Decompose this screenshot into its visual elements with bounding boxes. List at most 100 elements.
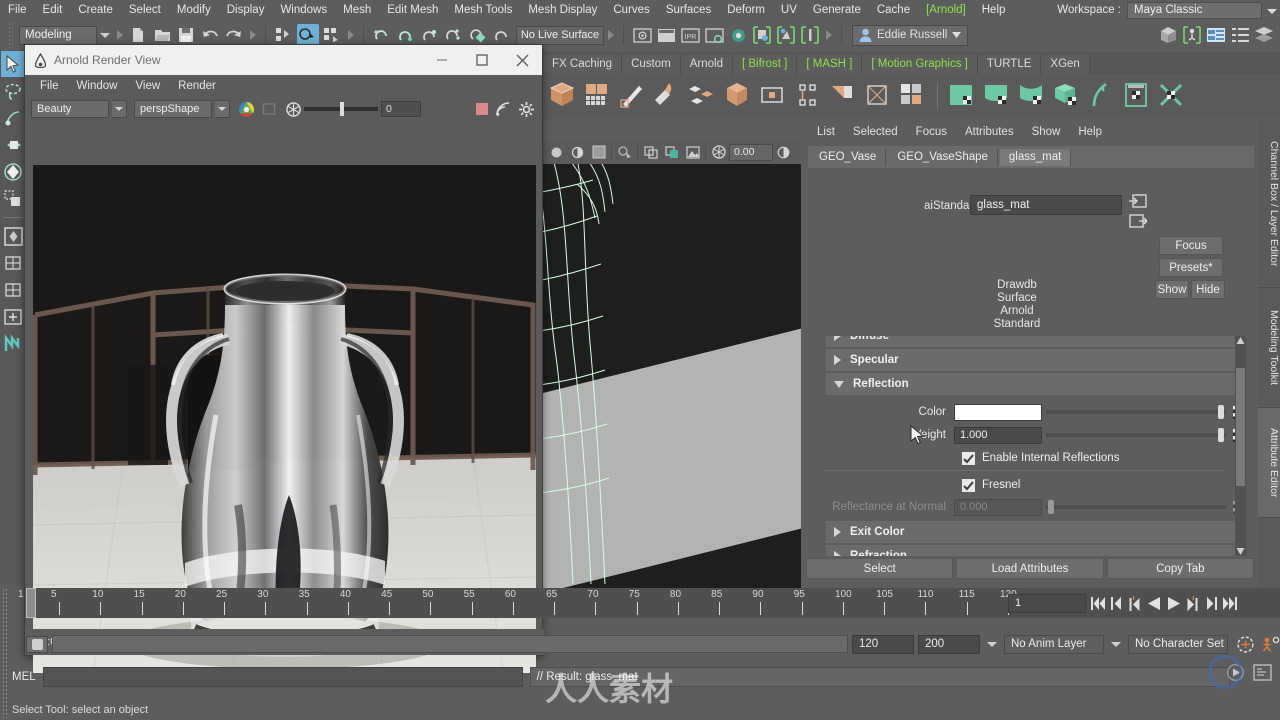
current-frame-field[interactable]: 1	[1008, 593, 1086, 613]
paint-tool-icon[interactable]	[652, 80, 684, 112]
user-account-menu[interactable]: Eddie Russell	[852, 24, 969, 46]
render-diagnostics-icon[interactable]	[775, 24, 797, 46]
menu-item-mesh-tools[interactable]: Mesh Tools	[446, 0, 520, 20]
uv-snapshot-icon[interactable]	[1156, 80, 1188, 112]
menu-item-deform[interactable]: Deform	[719, 0, 773, 20]
select-by-component-type-icon[interactable]	[321, 24, 343, 46]
menu-item-mesh-display[interactable]: Mesh Display	[520, 0, 605, 20]
viewport-display-textures-icon[interactable]	[683, 143, 702, 162]
range-end-field[interactable]: 200	[918, 634, 980, 654]
command-line-language-label[interactable]: MEL	[12, 671, 36, 683]
uv-cylindrical-icon[interactable]	[981, 80, 1013, 112]
reflection-weight-slider-knob[interactable]	[1218, 428, 1224, 442]
toggle-ipr-region-icon[interactable]	[751, 24, 773, 46]
uv-editor-icon[interactable]	[946, 80, 978, 112]
viewport-exposure-value[interactable]: 0.00	[729, 143, 773, 161]
viewport-3d-scene[interactable]	[543, 164, 801, 588]
maximize-icon[interactable]	[462, 45, 502, 75]
lasso-tool-icon[interactable]	[1, 78, 25, 104]
left-panel-grip[interactable]	[2, 588, 9, 718]
render-settings-gear-icon[interactable]	[519, 101, 534, 117]
arnold-render-view-titlebar[interactable]: Arnold Render View	[25, 45, 542, 75]
reflection-color-slider-knob[interactable]	[1218, 405, 1224, 419]
play-forwards-icon[interactable]	[1165, 594, 1181, 612]
redo-icon[interactable]	[223, 24, 245, 46]
viewport-select-icon[interactable]	[615, 143, 634, 162]
viewport-gamma-icon[interactable]	[774, 143, 793, 162]
snap-to-point-icon[interactable]	[419, 24, 441, 46]
ae-menu-show[interactable]: Show	[1023, 126, 1070, 138]
section-refraction[interactable]: Refraction	[826, 545, 1244, 556]
right-tab-channel-box[interactable]: Channel Box / Layer Editor	[1258, 120, 1280, 288]
exposure-value[interactable]: 0	[381, 101, 421, 117]
shelf-tab-turtle[interactable]: TURTLE	[977, 55, 1042, 74]
polygon-cube-icon[interactable]	[547, 80, 579, 112]
ipr-render-icon[interactable]: IPR	[679, 24, 701, 46]
bridge-icon[interactable]	[792, 80, 824, 112]
reflectance-at-normal-slider-knob[interactable]	[1048, 500, 1054, 514]
script-editor-icon[interactable]	[1253, 664, 1272, 681]
open-scene-icon[interactable]	[151, 24, 173, 46]
character-set-chevron-down-icon[interactable]	[1108, 635, 1124, 654]
menu-item-display[interactable]: Display	[219, 0, 273, 20]
uv-layout-icon[interactable]	[1121, 80, 1153, 112]
section-diffuse[interactable]: Diffuse	[826, 336, 1244, 347]
channel-box-panel-icon[interactable]	[1229, 24, 1251, 46]
outliner-panel-icon[interactable]	[1157, 24, 1179, 46]
menu-item-curves[interactable]: Curves	[605, 0, 657, 20]
select-tool-icon[interactable]	[1, 51, 25, 77]
focus-button[interactable]: Focus	[1159, 236, 1223, 255]
next-key-icon[interactable]	[1184, 594, 1200, 612]
menu-set-chevron-down-icon[interactable]	[97, 26, 113, 45]
right-tab-modeling-toolkit[interactable]: Modeling Toolkit	[1258, 288, 1280, 408]
ae-menu-selected[interactable]: Selected	[844, 126, 907, 138]
combine-icon[interactable]	[897, 80, 929, 112]
viewport-layout-single-icon[interactable]	[1, 223, 25, 249]
shelf-tab-arnold[interactable]: Arnold	[680, 55, 733, 74]
node-tab-geo-vase-shape[interactable]: GEO_VaseShape	[888, 148, 998, 166]
menu-item-surfaces[interactable]: Surfaces	[658, 0, 719, 20]
reflection-color-swatch[interactable]	[954, 403, 1042, 421]
render-current-frame-icon[interactable]	[631, 24, 653, 46]
viewport-layout-four-icon[interactable]	[1, 277, 25, 303]
reflectance-at-normal-slider[interactable]	[1046, 500, 1226, 514]
rotate-tool-icon[interactable]	[1, 159, 25, 185]
live-surface-field[interactable]: No Live Surface	[516, 25, 604, 45]
viewport-layout-add-icon[interactable]	[1, 304, 25, 330]
reflection-weight-field[interactable]: 1.000	[954, 426, 1042, 444]
range-start-field[interactable]: 120	[852, 634, 914, 654]
snap-to-grid-icon[interactable]	[371, 24, 393, 46]
make-live-icon[interactable]	[491, 24, 513, 46]
workspace-selector[interactable]: Workspace : Maya Classic	[1057, 0, 1280, 20]
attribute-editor-scrollbar[interactable]	[1235, 336, 1246, 556]
save-scene-icon[interactable]	[175, 24, 197, 46]
viewport-textured-icon[interactable]	[589, 143, 608, 162]
anim-layer-chevron-down-icon[interactable]	[984, 635, 1000, 654]
go-to-start-icon[interactable]	[1089, 594, 1105, 612]
snap-to-projected-center-icon[interactable]	[443, 24, 465, 46]
snap-to-view-plane-icon[interactable]	[467, 24, 489, 46]
arnold-render-view-window[interactable]: Arnold Render View File Window View Rend…	[24, 44, 544, 673]
section-specular[interactable]: Specular	[826, 349, 1244, 371]
time-slider-playhead[interactable]	[26, 588, 36, 618]
reflection-color-slider[interactable]	[1046, 405, 1226, 419]
character-set-selector[interactable]: No Character Set	[1128, 634, 1228, 654]
aov-chevron-down-icon[interactable]	[112, 100, 127, 118]
menu-item-select[interactable]: Select	[121, 0, 169, 20]
paint-select-tool-icon[interactable]	[1, 105, 25, 131]
menu-item-arnold[interactable]: [Arnold]	[918, 0, 974, 20]
ae-menu-focus[interactable]: Focus	[907, 126, 956, 138]
sculpt-tool-icon[interactable]	[617, 80, 649, 112]
workspace-value[interactable]: Maya Classic	[1127, 1, 1262, 19]
select-by-object-type-icon[interactable]	[297, 24, 319, 46]
input-connection-icon[interactable]	[1129, 194, 1147, 208]
rigging-panel-icon[interactable]	[1181, 24, 1203, 46]
arv-menu-render[interactable]: Render	[169, 80, 225, 92]
menu-item-help[interactable]: Help	[974, 0, 1014, 20]
viewport-bookmark-icon[interactable]	[1, 331, 25, 357]
exposure-icon[interactable]	[286, 101, 301, 117]
camera-selector[interactable]: perspShape	[134, 100, 212, 118]
ae-menu-help[interactable]: Help	[1069, 126, 1111, 138]
previous-key-icon[interactable]	[1127, 594, 1143, 612]
menu-item-mesh[interactable]: Mesh	[335, 0, 379, 20]
